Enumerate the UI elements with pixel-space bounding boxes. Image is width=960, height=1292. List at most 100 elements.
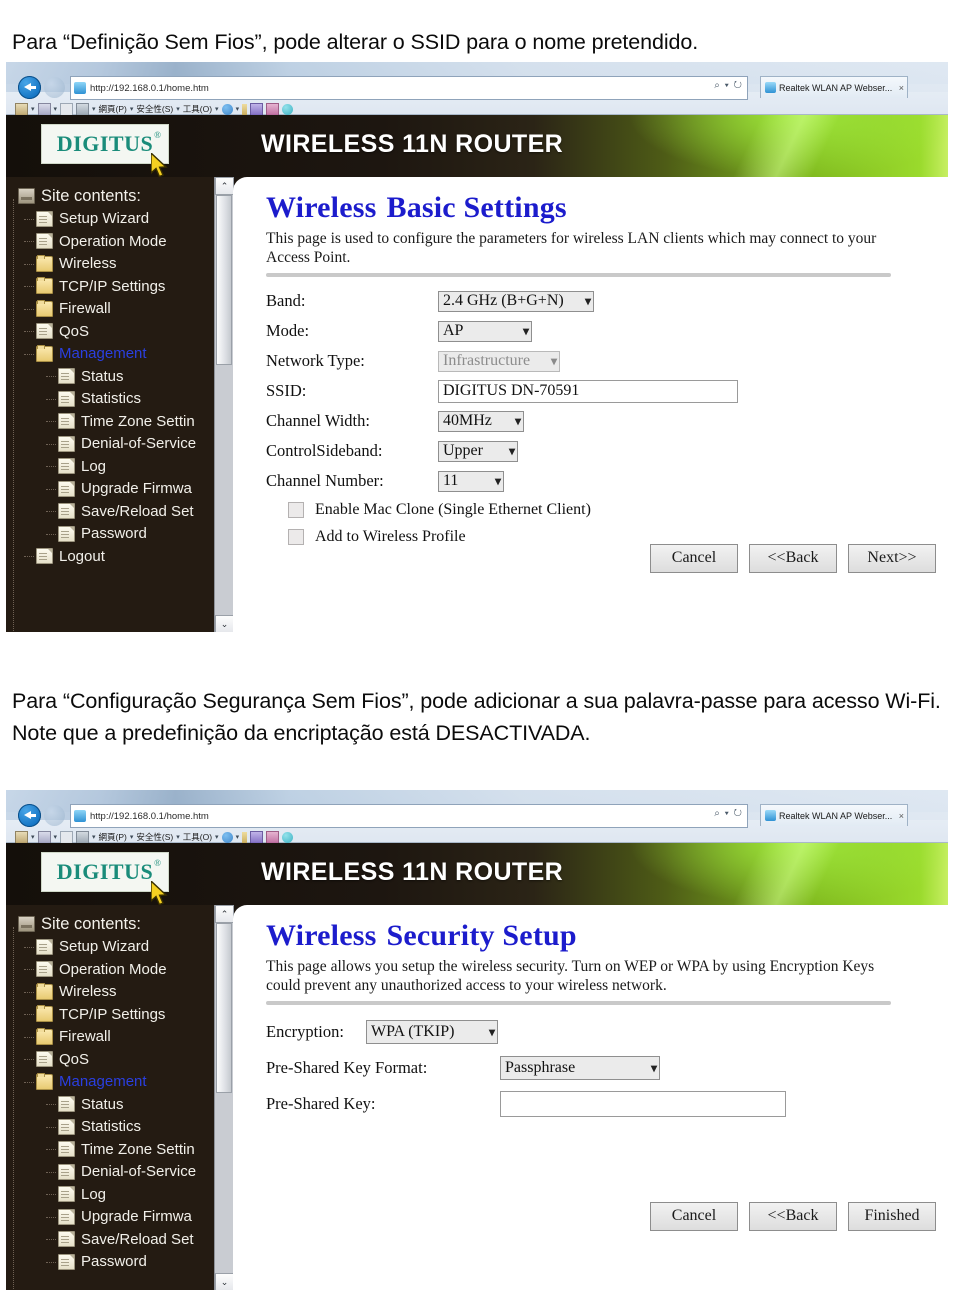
msn1-icon[interactable] xyxy=(250,102,264,116)
pre-shared-key-input[interactable] xyxy=(500,1091,786,1117)
sidebar-item-operation-mode[interactable]: Operation Mode xyxy=(16,958,214,981)
menu-tools-caret-icon[interactable]: ▾ xyxy=(215,106,219,113)
skype-icon[interactable] xyxy=(282,831,294,843)
msn1-icon[interactable] xyxy=(250,830,264,844)
sidebar-scrollbar[interactable]: ⌃ ⌄ xyxy=(214,905,234,1290)
menu-safety[interactable]: 安全性(S) xyxy=(136,831,173,843)
browser-forward-icon[interactable] xyxy=(44,805,65,826)
sidebar-item-management[interactable]: Management xyxy=(16,343,214,366)
sidebar-item-logout[interactable]: Logout xyxy=(16,545,214,568)
sidebar-item-upgrade-firmware[interactable]: Upgrade Firmwa xyxy=(16,1206,214,1229)
home-icon[interactable] xyxy=(15,102,28,116)
browser-back-icon[interactable] xyxy=(18,804,41,827)
sidebar-item-password[interactable]: Password xyxy=(16,1251,214,1274)
sidebar-item-firewall[interactable]: Firewall xyxy=(16,298,214,321)
sidebar-item-statistics[interactable]: Statistics xyxy=(16,388,214,411)
chevron-down-icon[interactable]: ▾ xyxy=(513,325,529,337)
sidebar-item-save-reload-settings[interactable]: Save/Reload Set xyxy=(16,1228,214,1251)
sidebar-item-setup-wizard[interactable]: Setup Wizard xyxy=(16,936,214,959)
scroll-down-icon[interactable]: ⌄ xyxy=(215,1273,234,1290)
menu-safety-caret-icon[interactable]: ▾ xyxy=(176,834,180,841)
scroll-up-icon[interactable]: ⌃ xyxy=(215,177,234,195)
channel-width-select[interactable]: 40MHz ▾ xyxy=(438,410,524,432)
next-button[interactable]: Next>> xyxy=(848,544,936,573)
feed-caret-icon[interactable]: ▾ xyxy=(54,834,58,841)
sidebar-item-log[interactable]: Log xyxy=(16,1183,214,1206)
chevron-down-icon[interactable]: ▾ xyxy=(575,295,591,307)
scrollbar-thumb[interactable] xyxy=(216,923,232,1093)
cancel-button[interactable]: Cancel xyxy=(650,1202,738,1231)
skype-icon[interactable] xyxy=(282,103,294,115)
feed-caret-icon[interactable]: ▾ xyxy=(54,106,58,113)
sidebar-item-password[interactable]: Password xyxy=(16,523,214,546)
encryption-select[interactable]: WPA (TKIP) ▾ xyxy=(366,1020,498,1044)
sidebar-item-save-reload-settings[interactable]: Save/Reload Set xyxy=(16,500,214,523)
sidebar-item-denial-of-service[interactable]: Denial-of-Service xyxy=(16,1161,214,1184)
address-bar[interactable]: http://192.168.0.1/home.htm ⌕ ▾ ↻ xyxy=(70,804,748,828)
print-caret-icon[interactable]: ▾ xyxy=(92,834,96,841)
print-icon[interactable] xyxy=(76,830,90,844)
sidebar-item-log[interactable]: Log xyxy=(16,455,214,478)
scrollbar-thumb[interactable] xyxy=(216,195,232,365)
menu-page[interactable]: 網頁(P) xyxy=(99,103,127,115)
sidebar-item-wireless[interactable]: Wireless xyxy=(16,981,214,1004)
sidebar-item-time-zone-setting[interactable]: Time Zone Settin xyxy=(16,1138,214,1161)
menu-tools[interactable]: 工具(O) xyxy=(183,103,212,115)
feed-icon[interactable] xyxy=(37,102,51,116)
msn2-icon[interactable] xyxy=(266,830,280,844)
menu-page-caret-icon[interactable]: ▾ xyxy=(130,834,134,841)
browser-tab[interactable]: Realtek WLAN AP Webser... × xyxy=(760,804,908,826)
sidebar-item-management[interactable]: Management xyxy=(16,1071,214,1094)
address-bar[interactable]: http://192.168.0.1/home.htm ⌕ ▾ ↻ xyxy=(70,76,748,100)
mode-select[interactable]: AP ▾ xyxy=(438,320,532,342)
menu-tools[interactable]: 工具(O) xyxy=(183,831,212,843)
pin-icon[interactable] xyxy=(242,831,248,843)
browser-tab[interactable]: Realtek WLAN AP Webser... × xyxy=(760,76,908,98)
feed-icon[interactable] xyxy=(37,830,51,844)
print-icon[interactable] xyxy=(76,102,90,116)
sidebar-item-tcpip-settings[interactable]: TCP/IP Settings xyxy=(16,275,214,298)
chevron-down-icon[interactable]: ▾ xyxy=(505,415,521,427)
pre-shared-key-format-select[interactable]: Passphrase ▾ xyxy=(500,1056,660,1080)
scroll-down-icon[interactable]: ⌄ xyxy=(215,615,234,632)
read-mail-icon[interactable] xyxy=(60,830,74,844)
finished-button[interactable]: Finished xyxy=(848,1202,936,1231)
help-icon[interactable] xyxy=(221,103,233,115)
chevron-down-icon[interactable]: ▾ xyxy=(641,1062,657,1074)
menu-safety[interactable]: 安全性(S) xyxy=(136,103,173,115)
enable-mac-clone-checkbox[interactable] xyxy=(288,501,304,518)
browser-back-icon[interactable] xyxy=(18,76,41,99)
chevron-down-icon[interactable]: ▾ xyxy=(499,445,515,457)
chevron-down-icon[interactable]: ▾ xyxy=(479,1026,495,1038)
back-button[interactable]: <<Back xyxy=(749,1202,837,1231)
channel-number-select[interactable]: 11 ▾ xyxy=(438,470,504,492)
pin-icon[interactable] xyxy=(242,103,248,115)
tab-close-icon[interactable]: × xyxy=(899,811,904,821)
menu-safety-caret-icon[interactable]: ▾ xyxy=(176,106,180,113)
home-caret-icon[interactable]: ▾ xyxy=(31,106,35,113)
sidebar-scrollbar[interactable]: ⌃ ⌄ xyxy=(214,177,234,632)
home-icon[interactable] xyxy=(15,830,28,844)
control-sideband-select[interactable]: Upper ▾ xyxy=(438,440,518,462)
menu-page-caret-icon[interactable]: ▾ xyxy=(130,106,134,113)
tab-close-icon[interactable]: × xyxy=(899,83,904,93)
address-bar-controls[interactable]: ⌕ ▾ ↻ xyxy=(714,808,743,819)
sidebar-item-qos[interactable]: QoS xyxy=(16,1048,214,1071)
sidebar-item-tcpip-settings[interactable]: TCP/IP Settings xyxy=(16,1003,214,1026)
sidebar-item-wireless[interactable]: Wireless xyxy=(16,253,214,276)
sidebar-item-time-zone-setting[interactable]: Time Zone Settin xyxy=(16,410,214,433)
read-mail-icon[interactable] xyxy=(60,102,74,116)
sidebar-item-qos[interactable]: QoS xyxy=(16,320,214,343)
address-bar-controls[interactable]: ⌕ ▾ ↻ xyxy=(714,80,743,91)
menu-page[interactable]: 網頁(P) xyxy=(99,831,127,843)
sidebar-item-upgrade-firmware[interactable]: Upgrade Firmwa xyxy=(16,478,214,501)
menu-tools-caret-icon[interactable]: ▾ xyxy=(215,834,219,841)
sidebar-item-operation-mode[interactable]: Operation Mode xyxy=(16,230,214,253)
print-caret-icon[interactable]: ▾ xyxy=(92,106,96,113)
band-select[interactable]: 2.4 GHz (B+G+N) ▾ xyxy=(438,290,594,312)
help-caret-icon[interactable]: ▾ xyxy=(236,106,240,113)
chevron-down-icon[interactable]: ▾ xyxy=(485,475,501,487)
home-caret-icon[interactable]: ▾ xyxy=(31,834,35,841)
sidebar-item-firewall[interactable]: Firewall xyxy=(16,1026,214,1049)
sidebar-item-status[interactable]: Status xyxy=(16,365,214,388)
